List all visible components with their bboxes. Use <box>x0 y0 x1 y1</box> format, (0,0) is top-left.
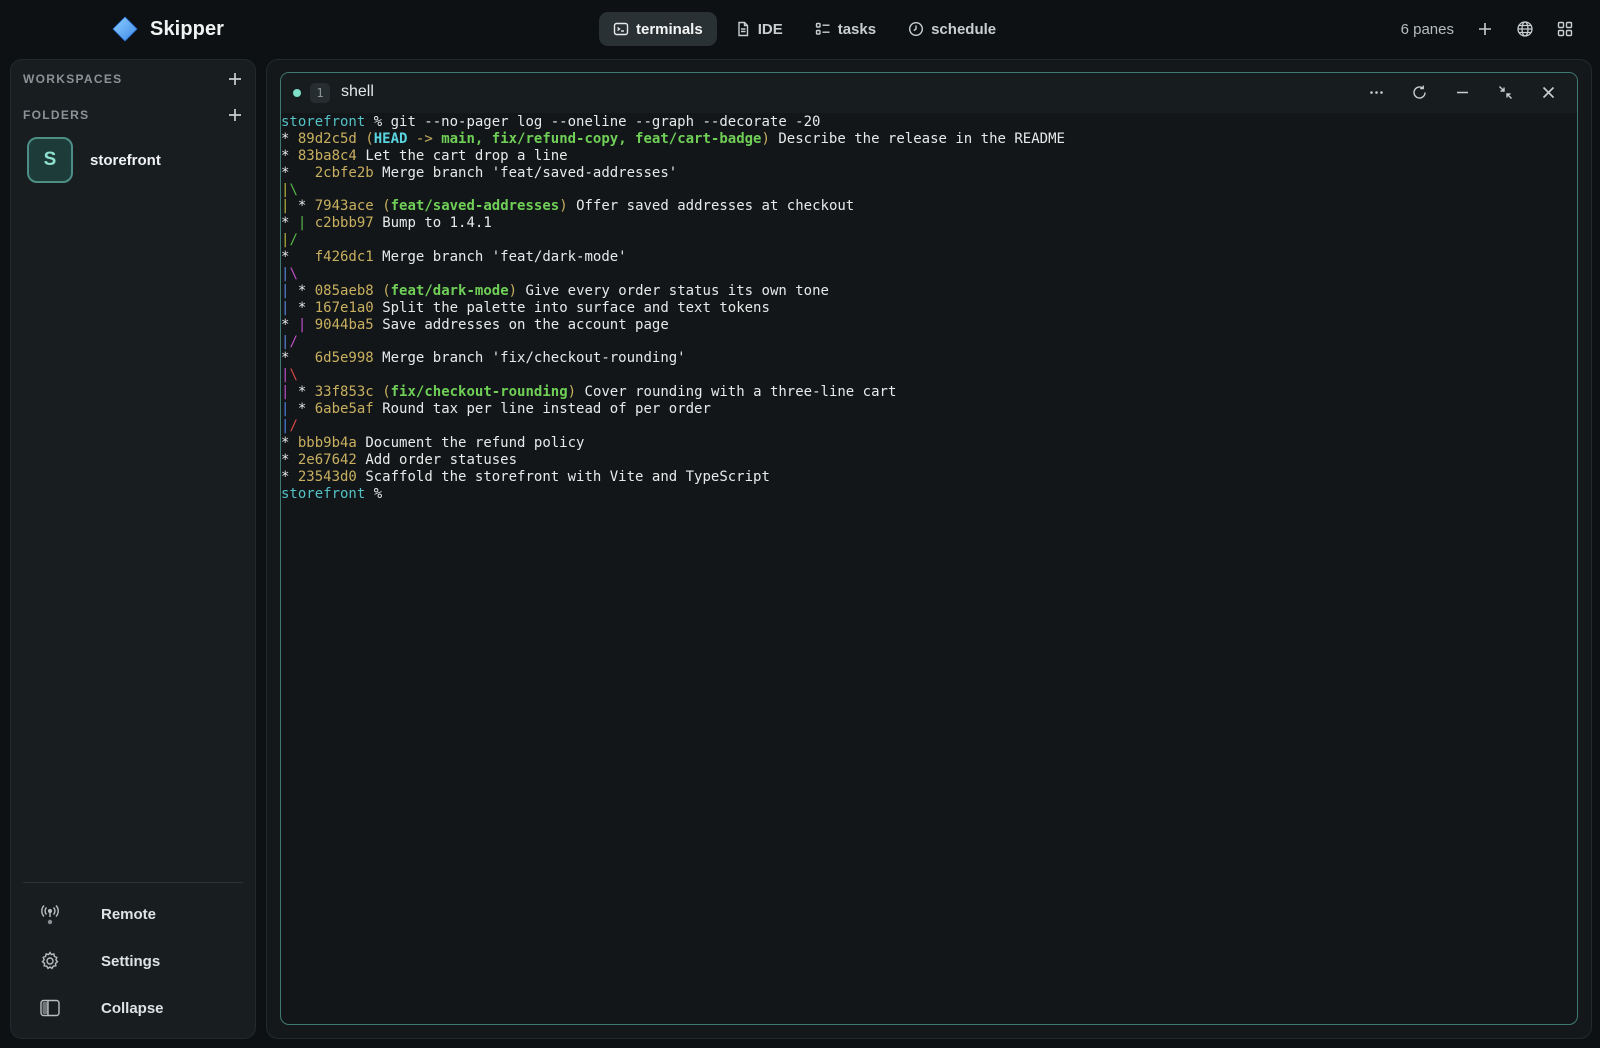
terminal-line: * 23543d0 Scaffold the storefront with V… <box>281 468 770 485</box>
tab-ide[interactable]: IDE <box>721 12 797 46</box>
remote-button[interactable]: Remote <box>39 900 156 928</box>
top-right-controls: 6 panes <box>1401 12 1574 46</box>
main-nav: terminals IDE tasks schedule <box>599 12 1010 46</box>
tab-label: tasks <box>837 20 877 38</box>
tab-label: terminals <box>636 20 703 38</box>
folders-label: FOLDERS <box>23 108 90 122</box>
pane-actions <box>1368 84 1557 101</box>
terminal-line: |/ <box>281 333 298 350</box>
pane-title: shell <box>341 83 374 100</box>
terminal-icon <box>613 22 629 36</box>
close-icon[interactable] <box>1540 84 1557 101</box>
terminal-line: |/ <box>281 418 298 435</box>
tab-schedule[interactable]: schedule <box>894 12 1010 46</box>
folder-avatar: S <box>27 137 73 183</box>
file-icon <box>738 21 748 37</box>
terminal-line: storefront % git --no-pager log --onelin… <box>281 114 821 130</box>
settings-label: Settings <box>101 952 161 970</box>
pane-number: 1 <box>310 83 330 103</box>
pane-header: 1 shell <box>281 73 1577 113</box>
terminal-line: | * 7943ace (feat/saved-addresses) Offer… <box>281 198 855 215</box>
terminal-line: * | c2bbb97 Bump to 1.4.1 <box>281 215 492 232</box>
add-pane-icon[interactable] <box>1476 20 1494 38</box>
app-name: Skipper <box>150 17 225 40</box>
more-icon[interactable] <box>1368 84 1385 101</box>
tab-terminals[interactable]: terminals <box>599 12 717 46</box>
terminal-line: |\ <box>281 367 298 384</box>
tab-label: schedule <box>931 20 997 38</box>
antenna-icon <box>41 905 59 925</box>
globe-icon[interactable] <box>1516 20 1534 38</box>
terminal-line: * 6d5e998 Merge branch 'fix/checkout-rou… <box>281 350 686 367</box>
terminal-line: | * 167e1a0 Split the palette into surfa… <box>281 299 770 316</box>
sidebar-divider <box>23 882 243 883</box>
terminal-output[interactable]: storefront % git --no-pager log --onelin… <box>281 114 1577 1024</box>
gear-icon <box>41 951 59 970</box>
terminal-line: * | 9044ba5 Save addresses on the accoun… <box>281 316 669 333</box>
grid-layout-icon[interactable] <box>1556 20 1574 38</box>
tasks-icon <box>815 22 830 35</box>
panes-count: 6 panes <box>1400 20 1454 38</box>
folders-header: FOLDERS <box>23 105 243 125</box>
folder-item-storefront[interactable]: S storefront <box>27 136 241 184</box>
remote-label: Remote <box>101 905 157 923</box>
terminal-line: |\ <box>281 266 298 283</box>
sidebar: WORKSPACES FOLDERS S storefront Remote S… <box>10 59 256 1039</box>
terminal-line: * f426dc1 Merge branch 'feat/dark-mode' <box>281 249 627 266</box>
skipper-logo-icon <box>112 16 138 42</box>
tab-label: IDE <box>757 20 783 38</box>
terminal-line: |/ <box>281 232 298 249</box>
terminal-pane[interactable]: 1 shell storefront % git --no-pager log … <box>280 72 1578 1025</box>
collapse-button[interactable]: Collapse <box>39 994 164 1022</box>
workspaces-label: WORKSPACES <box>23 72 123 86</box>
terminal-line: * 2e67642 Add order statuses <box>281 451 518 468</box>
add-workspace-icon[interactable] <box>227 71 243 87</box>
restart-icon[interactable] <box>1411 84 1428 101</box>
status-dot-icon <box>293 89 301 97</box>
tab-tasks[interactable]: tasks <box>801 12 890 46</box>
brand[interactable]: Skipper <box>112 15 224 43</box>
prompt: storefront <box>281 485 366 502</box>
collapse-label: Collapse <box>101 999 164 1017</box>
folder-name: storefront <box>90 151 161 169</box>
terminal-line: storefront % <box>281 485 383 502</box>
clock-icon <box>909 21 924 37</box>
command: git --no-pager log --oneline --graph --d… <box>390 114 821 130</box>
minimize-icon[interactable] <box>1454 84 1471 101</box>
add-folder-icon[interactable] <box>227 107 243 123</box>
terminal-line: | * 6abe5af Round tax per line instead o… <box>281 401 711 418</box>
sidebar-toggle-icon <box>40 999 60 1017</box>
terminal-line: * 83ba8c4 Let the cart drop a line <box>281 147 568 164</box>
terminal-line: |\ <box>281 181 298 198</box>
settings-button[interactable]: Settings <box>39 947 160 975</box>
workspaces-header: WORKSPACES <box>23 69 243 89</box>
terminal-line: * 89d2c5d (HEAD -> main, fix/refund-copy… <box>281 130 1065 147</box>
terminal-line: * 2cbfe2b Merge branch 'feat/saved-addre… <box>281 164 678 181</box>
shrink-icon[interactable] <box>1497 84 1514 101</box>
top-bar: Skipper terminals IDE tasks schedule 6 p… <box>0 0 1600 58</box>
terminal-line: | * 33f853c (fix/checkout-rounding) Cove… <box>281 384 897 401</box>
prompt: storefront <box>281 114 366 130</box>
terminal-line: * bbb9b4a Document the refund policy <box>281 434 585 451</box>
terminal-line: | * 085aeb8 (feat/dark-mode) Give every … <box>281 282 829 299</box>
